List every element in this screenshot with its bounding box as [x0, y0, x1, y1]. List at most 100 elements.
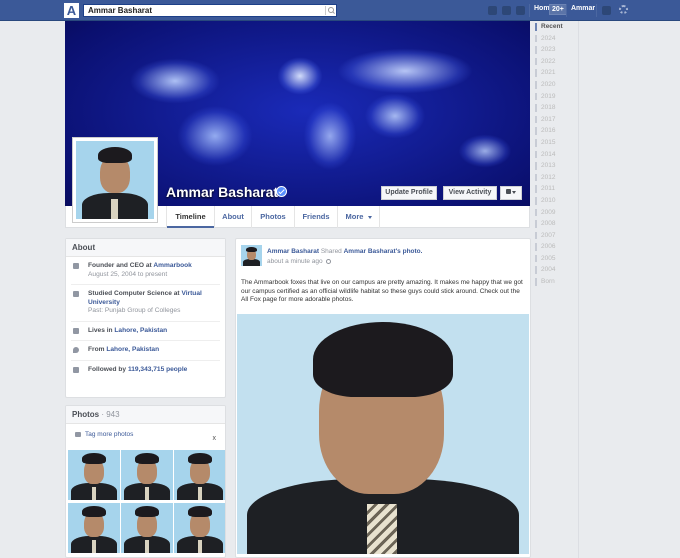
- tab-about[interactable]: About: [214, 206, 251, 228]
- view-activity-button[interactable]: View Activity: [443, 186, 497, 200]
- timeline-year-item[interactable]: 2021: [535, 67, 580, 79]
- timeline-year-item[interactable]: 2022: [535, 56, 580, 68]
- tag-more-photos-link[interactable]: Tag more photos: [71, 428, 220, 442]
- search-input[interactable]: [84, 5, 316, 16]
- photo-thumbnail[interactable]: [174, 503, 225, 553]
- timeline-year-item[interactable]: 2013: [535, 160, 580, 172]
- post-meta: Ammar Basharat Shared Ammar Basharat's p…: [267, 247, 422, 267]
- timeline-year-item[interactable]: 2011: [535, 183, 580, 195]
- photo-thumbnail[interactable]: [68, 503, 120, 553]
- notifications-icon[interactable]: [516, 6, 525, 15]
- followed-label: Followed by: [88, 365, 128, 373]
- tab-photos[interactable]: Photos: [251, 206, 294, 228]
- graduation-cap-icon: [73, 291, 79, 297]
- education-past: Past: Punjab Group of Colleges: [88, 307, 181, 314]
- timeline-year-item[interactable]: 2004: [535, 264, 580, 276]
- timeline-year-item[interactable]: 2015: [535, 137, 580, 149]
- timeline-year-item[interactable]: 2009: [535, 207, 580, 219]
- timeline-year-item[interactable]: 2007: [535, 230, 580, 242]
- timeline-year-item[interactable]: 2005: [535, 253, 580, 265]
- from-label: From: [88, 346, 107, 353]
- lives-link[interactable]: Lahore, Pakistan: [114, 327, 167, 334]
- education-link-2[interactable]: University: [88, 299, 214, 308]
- globe-icon: [326, 258, 332, 264]
- home-count-badge: 20+: [549, 4, 567, 15]
- timeline-year-list: Recent 2024 2023 2022 2021 2020 2019 2018 2017 20…: [535, 21, 580, 288]
- post-target-link[interactable]: Ammar Basharat's photo.: [344, 248, 423, 255]
- photo-thumbnail[interactable]: [121, 450, 173, 500]
- timeline-year-item[interactable]: 2018: [535, 102, 580, 114]
- post-author-link[interactable]: Ammar Basharat: [267, 248, 319, 255]
- about-lives: Lives in Lahore, Pakistan: [71, 322, 220, 341]
- timeline-year-item[interactable]: 2020: [535, 79, 580, 91]
- post-timestamp[interactable]: about a minute ago: [267, 258, 323, 265]
- timeline-year-item[interactable]: 2017: [535, 114, 580, 126]
- tab-more[interactable]: More: [337, 206, 380, 228]
- post-action: Shared: [319, 248, 344, 255]
- location-pin-icon: [73, 347, 79, 353]
- divider: [529, 4, 530, 17]
- search-icon[interactable]: [325, 6, 334, 15]
- timeline-year-item[interactable]: 2023: [535, 44, 580, 56]
- update-profile-button[interactable]: Update Profile: [381, 186, 437, 200]
- post-author-avatar[interactable]: [241, 245, 262, 266]
- work-dates: August 25, 2004 to present: [88, 270, 168, 278]
- timeline-year-item[interactable]: Born: [535, 276, 580, 288]
- home-icon: [73, 327, 79, 334]
- verified-badge-icon: [276, 186, 287, 197]
- timeline-year-item[interactable]: 2024: [535, 33, 580, 45]
- from-link[interactable]: Lahore, Pakistan: [106, 346, 159, 353]
- timeline-year-item[interactable]: 2014: [535, 149, 580, 161]
- divider: [566, 4, 567, 17]
- friend-requests-icon[interactable]: [488, 6, 497, 15]
- more-options-button[interactable]: [500, 186, 522, 200]
- work-link[interactable]: Ammarbook: [153, 262, 191, 269]
- photos-card: Photos · 943 Tag more photos x: [65, 405, 226, 558]
- post-photo[interactable]: [237, 314, 529, 554]
- work-label: Founder and CEO at: [88, 262, 154, 269]
- timeline-year-item[interactable]: 2016: [535, 125, 580, 137]
- divider: [596, 4, 597, 17]
- tab-more-label: More: [345, 212, 364, 221]
- briefcase-icon: [73, 263, 79, 269]
- education-label: Studied Computer Science at: [88, 290, 182, 297]
- timeline-year-item[interactable]: 2019: [535, 91, 580, 103]
- caret-down-icon: [367, 215, 372, 219]
- followers-link[interactable]: 119,343,715 people: [128, 366, 187, 373]
- gear-icon[interactable]: [619, 5, 628, 14]
- timeline-year-item[interactable]: 2008: [535, 218, 580, 230]
- photos-title[interactable]: Photos: [72, 410, 99, 419]
- about-title: About: [66, 239, 225, 257]
- timeline-year-item[interactable]: 2006: [535, 241, 580, 253]
- photo-thumbnail[interactable]: [174, 450, 225, 500]
- education-link[interactable]: Virtual: [181, 290, 201, 297]
- profile-photo: [76, 141, 154, 219]
- messages-icon[interactable]: [502, 6, 511, 15]
- lives-label: Lives in: [88, 326, 115, 334]
- about-from: From Lahore, Pakistan: [71, 341, 220, 361]
- photos-header[interactable]: Photos · 943: [66, 406, 225, 424]
- logo[interactable]: A: [64, 3, 79, 18]
- post-text: The Ammarbook foxes that live on our cam…: [241, 279, 523, 303]
- photo-thumbnail[interactable]: [121, 503, 173, 553]
- timeline-year-item[interactable]: 2012: [535, 172, 580, 184]
- profile-name[interactable]: Ammar Basharat: [166, 184, 278, 200]
- timeline-year-item[interactable]: Recent: [535, 21, 580, 33]
- privacy-shortcuts-icon[interactable]: [602, 6, 611, 15]
- photo-thumbnail[interactable]: [68, 450, 120, 500]
- about-work: Founder and CEO at Ammarbook August 25, …: [71, 257, 220, 285]
- tab-friends[interactable]: Friends: [294, 206, 337, 228]
- profile-picture[interactable]: [72, 137, 158, 223]
- search-box[interactable]: [83, 4, 337, 17]
- photos-count: · 943: [99, 410, 120, 419]
- timeline-year-item[interactable]: 2010: [535, 195, 580, 207]
- about-education: Studied Computer Science at Virtual Univ…: [71, 285, 220, 322]
- tab-timeline[interactable]: Timeline: [166, 206, 214, 228]
- top-bar: A Home 20+ Ammar: [0, 0, 680, 21]
- close-icon[interactable]: x: [213, 435, 217, 442]
- rss-icon: [73, 366, 79, 373]
- about-followers: Followed by 119,343,715 people: [71, 361, 220, 380]
- chevron-down-icon: [512, 190, 517, 194]
- gear-icon: [505, 189, 511, 194]
- profile-link[interactable]: Ammar: [571, 5, 595, 12]
